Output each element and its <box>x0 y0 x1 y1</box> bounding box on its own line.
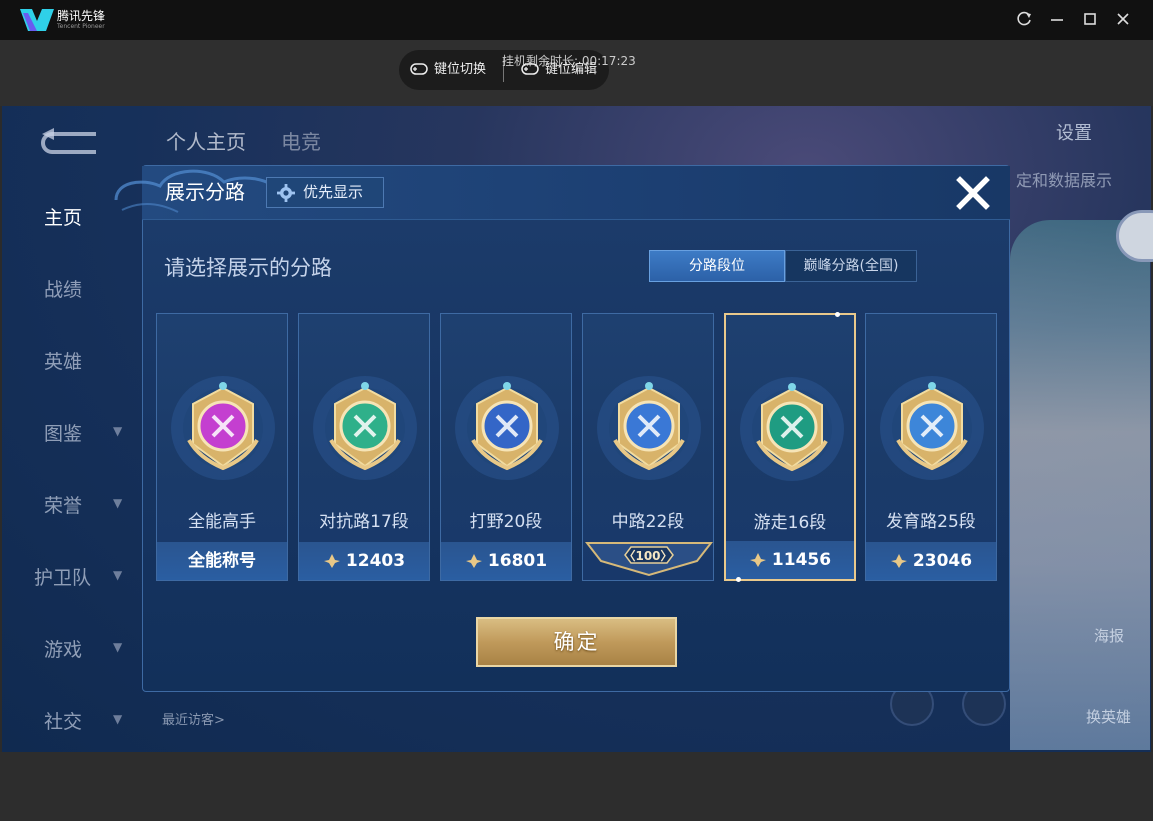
sidebar-item-honor[interactable]: 荣誉 <box>44 491 82 518</box>
confirm-button[interactable]: 确定 <box>476 617 677 667</box>
sidebar-item-record[interactable]: 战绩 <box>44 275 82 302</box>
maximize-icon <box>1084 13 1096 25</box>
tab-peak-lane-national[interactable]: 巅峰分路(全国) <box>785 250 917 282</box>
minimize-icon <box>1051 19 1063 21</box>
chevron-down-icon: ▼ <box>113 712 123 726</box>
back-arrow-icon[interactable] <box>38 128 98 156</box>
lane-card[interactable]: 打野20段 16801 <box>440 313 572 581</box>
chevron-down-icon: ▼ <box>113 568 123 582</box>
title-bar <box>0 0 1153 40</box>
select-lane-prompt: 请选择展示的分路 <box>164 256 332 280</box>
lane-card-name: 发育路25段 <box>886 512 976 532</box>
sidebar-item-games[interactable]: 游戏 <box>44 635 82 662</box>
lane-emblem-icon <box>171 376 275 480</box>
peak-badge-value: 〈100〉 <box>623 549 673 563</box>
lane-emblem-icon <box>313 376 417 480</box>
lane-card-name: 全能高手 <box>188 512 256 532</box>
switch-hero-button[interactable]: 换英雄 <box>1086 706 1131 727</box>
all-round-title-text: 全能称号 <box>188 551 256 571</box>
app-name: 腾讯先锋 <box>57 9 106 23</box>
lane-card[interactable]: 全能高手 全能称号 <box>156 313 288 581</box>
lane-score-value: 12403 <box>345 551 406 571</box>
key-switch-label: 键位切换 <box>434 62 487 77</box>
power-score-icon <box>749 553 766 567</box>
minimize-button[interactable] <box>1048 11 1066 29</box>
gear-icon <box>277 184 295 202</box>
refresh-button[interactable] <box>1015 11 1033 29</box>
priority-display-label: 优先显示 <box>303 183 364 201</box>
tab-personal-home[interactable]: 个人主页 <box>166 126 246 155</box>
tab-esports[interactable]: 电竞 <box>281 126 321 155</box>
maximize-button[interactable] <box>1081 11 1099 29</box>
lane-score: 23046 <box>866 551 996 571</box>
sidebar-item-codex[interactable]: 图鉴 <box>44 419 82 446</box>
modal-title: 展示分路 <box>165 180 245 204</box>
lane-card[interactable]: 中路22段〈100〉 <box>582 313 714 581</box>
power-score-icon <box>465 554 482 568</box>
selection-sparkle <box>835 312 840 317</box>
close-icon <box>1117 13 1129 25</box>
lane-score: 12403 <box>299 551 429 571</box>
data-display-text: 定和数据展示 <box>1016 171 1113 190</box>
tab-lane-rank[interactable]: 分路段位 <box>649 250 785 282</box>
sidebar-item-guard[interactable]: 护卫队 <box>34 563 91 590</box>
close-modal-icon[interactable] <box>954 174 992 212</box>
lane-emblem-icon <box>597 376 701 480</box>
lane-card-name: 游走16段 <box>753 513 827 533</box>
lane-card[interactable]: 游走16段 11456 <box>724 312 856 582</box>
key-switch-button[interactable]: 键位切换 <box>410 61 486 79</box>
hero-figure <box>1010 220 1150 750</box>
sidebar-item-heroes[interactable]: 英雄 <box>44 347 82 374</box>
poster-button[interactable]: 海报 <box>1094 625 1124 646</box>
chevron-down-icon: ▼ <box>113 640 123 654</box>
lane-card-name: 中路22段 <box>611 512 685 532</box>
selection-sparkle <box>736 577 741 582</box>
bottom-area <box>0 752 1153 821</box>
idle-timer-text: 挂机剩余时长: 00:17:23 <box>502 54 636 68</box>
sidebar-item-home[interactable]: 主页 <box>44 203 82 230</box>
lane-score-value: 16801 <box>487 551 548 571</box>
lane-score-value: 23046 <box>912 551 973 571</box>
power-score-icon <box>890 554 907 568</box>
lane-card[interactable]: 对抗路17段 12403 <box>298 313 430 581</box>
app-subtitle: Tencent Pioneer <box>57 23 105 30</box>
lane-emblem-icon <box>740 377 844 481</box>
lane-score: 11456 <box>726 550 854 570</box>
recent-visitors-link[interactable]: 最近访客> <box>162 709 225 728</box>
chevron-down-icon: ▼ <box>113 496 123 510</box>
lane-card-name: 对抗路17段 <box>319 512 409 532</box>
power-score-icon <box>323 554 340 568</box>
settings-button[interactable]: 设置 <box>1056 119 1092 145</box>
sidebar-item-social[interactable]: 社交 <box>44 707 82 734</box>
lane-score-value: 11456 <box>771 550 832 570</box>
lane-card[interactable]: 发育路25段 23046 <box>865 313 997 581</box>
chevron-down-icon: ▼ <box>113 424 123 438</box>
lane-emblem-icon <box>455 376 559 480</box>
app-logo-icon <box>20 9 54 31</box>
lane-card-name: 打野20段 <box>469 512 543 532</box>
lane-emblem-icon <box>880 376 984 480</box>
close-window-button[interactable] <box>1114 11 1132 29</box>
gamepad-icon <box>410 63 428 75</box>
lane-score: 16801 <box>441 551 571 571</box>
refresh-icon <box>1017 11 1031 26</box>
priority-display-button[interactable]: 优先显示 <box>266 177 384 208</box>
